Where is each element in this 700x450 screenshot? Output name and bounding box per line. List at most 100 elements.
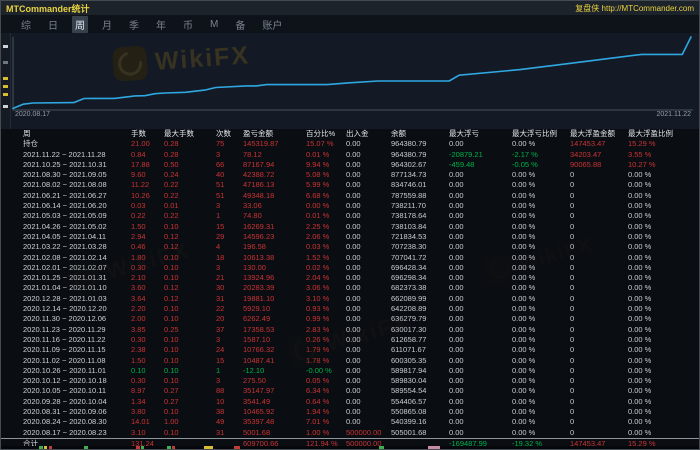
table-row: 2020.08.31 ~ 2020.09.063.800.103810465.9… bbox=[1, 407, 699, 417]
cell: 15 bbox=[216, 222, 243, 232]
side-panel-mark bbox=[3, 61, 8, 64]
cell: 0.10 bbox=[164, 335, 216, 345]
cell: 38 bbox=[216, 407, 243, 417]
cell: 1 bbox=[216, 366, 243, 376]
cell: 0.00 bbox=[449, 304, 512, 314]
cell: 0.50 bbox=[164, 160, 216, 170]
cell: 87167.94 bbox=[243, 160, 306, 170]
menu-item-综[interactable]: 综 bbox=[18, 16, 34, 33]
collapsed-side-panel[interactable] bbox=[1, 33, 11, 129]
cell: 589554.54 bbox=[391, 386, 449, 396]
cell: 1.80 bbox=[131, 253, 164, 263]
cell: 0.99 % bbox=[306, 314, 346, 324]
menu-item-账户[interactable]: 账户 bbox=[259, 16, 285, 33]
menu-item-周[interactable]: 周 bbox=[72, 16, 88, 33]
menu-item-年[interactable]: 年 bbox=[153, 16, 169, 33]
cell: 0.00 % bbox=[512, 376, 570, 386]
menu-item-季[interactable]: 季 bbox=[126, 16, 142, 33]
cell: 0.00 bbox=[449, 325, 512, 335]
cell: 0.30 bbox=[131, 263, 164, 273]
cell: 0.00 % bbox=[628, 222, 699, 232]
table-row: 持仓21.000.2875145319.8715.07 %0.00964380.… bbox=[1, 139, 699, 149]
cell: 0.03 % bbox=[306, 242, 346, 252]
row-label: 2021.01.25 ~ 2021.01.31 bbox=[23, 273, 131, 283]
cell: 2.20 bbox=[131, 304, 164, 314]
cell: 0.00 bbox=[449, 407, 512, 417]
menu-item-月[interactable]: 月 bbox=[99, 16, 115, 33]
cell: 3 bbox=[216, 335, 243, 345]
cell: 10766.32 bbox=[243, 345, 306, 355]
cell: 17.88 bbox=[131, 160, 164, 170]
cell: 3 bbox=[216, 201, 243, 211]
cell: 0.00 % bbox=[628, 273, 699, 283]
cell: 0.93 % bbox=[306, 304, 346, 314]
cell: 10465.92 bbox=[243, 407, 306, 417]
cell: 0.00 % bbox=[512, 222, 570, 232]
cell: 0.12 bbox=[164, 242, 216, 252]
table-row: 2020.08.17 ~ 2020.08.233.100.10315001.68… bbox=[1, 428, 699, 438]
cell: 49 bbox=[216, 417, 243, 427]
cell: 3.55 % bbox=[628, 150, 699, 160]
cell: 2.06 % bbox=[306, 232, 346, 242]
table-body: 持仓21.000.2875145319.8715.07 %0.00964380.… bbox=[1, 139, 699, 450]
cell: 0.00 bbox=[346, 283, 391, 293]
cell: 0.28 bbox=[164, 150, 216, 160]
table-row: 2020.11.16 ~ 2020.11.220.300.1031587.100… bbox=[1, 335, 699, 345]
cell: 0.10 bbox=[164, 253, 216, 263]
cell: 0.10 bbox=[164, 314, 216, 324]
cell: 0.28 bbox=[164, 139, 216, 149]
cell: 40 bbox=[216, 170, 243, 180]
cell: 11.22 bbox=[131, 180, 164, 190]
table-row: 2021.10.25 ~ 2021.10.3117.880.506687167.… bbox=[1, 160, 699, 170]
cell: 0 bbox=[570, 201, 628, 211]
side-panel-mark bbox=[3, 85, 8, 88]
cell: 0.12 bbox=[164, 294, 216, 304]
cell: 0.22 bbox=[131, 211, 164, 221]
clipped-bar-chart-strip bbox=[1, 446, 699, 449]
cell: 0.00 % bbox=[512, 232, 570, 242]
cell: 0.00 % bbox=[512, 139, 570, 149]
cell: 630017.30 bbox=[391, 325, 449, 335]
cell: 0.00 % bbox=[628, 397, 699, 407]
cell: 0.00 % bbox=[628, 314, 699, 324]
cell: 16269.31 bbox=[243, 222, 306, 232]
cell: 0 bbox=[570, 222, 628, 232]
cell: 0.01 % bbox=[306, 211, 346, 221]
cell: 15.29 % bbox=[628, 139, 699, 149]
clipped-bar bbox=[136, 446, 140, 449]
menu-item-日[interactable]: 日 bbox=[45, 16, 61, 33]
side-panel-mark bbox=[3, 77, 8, 80]
table-row: 2021.11.22 ~ 2021.11.280.840.28378.120.0… bbox=[1, 150, 699, 160]
cell: 0 bbox=[570, 211, 628, 221]
menu-item-M[interactable]: M bbox=[207, 18, 221, 31]
brand-link[interactable]: 复盘侠 http://MTCommander.com bbox=[575, 3, 694, 14]
cell: 1.34 bbox=[131, 397, 164, 407]
cell: 1.79 % bbox=[306, 345, 346, 355]
cell: 0.10 bbox=[164, 407, 216, 417]
cell: 21.00 bbox=[131, 139, 164, 149]
cell: 0 bbox=[570, 242, 628, 252]
menu-item-备[interactable]: 备 bbox=[232, 16, 248, 33]
row-label: 2020.10.26 ~ 2020.11.01 bbox=[23, 366, 131, 376]
cell: 3.06 % bbox=[306, 283, 346, 293]
row-label: 2020.10.12 ~ 2020.10.18 bbox=[23, 376, 131, 386]
cell: 505001.68 bbox=[391, 428, 449, 438]
cell: 0 bbox=[570, 386, 628, 396]
table-row: 2021.01.25 ~ 2021.01.312.100.102113924.9… bbox=[1, 273, 699, 283]
table-row: 2021.04.05 ~ 2021.04.112.940.122914596.2… bbox=[1, 232, 699, 242]
cell: 0.84 bbox=[131, 150, 164, 160]
table-row: 2020.10.26 ~ 2020.11.010.100.101-12.10-0… bbox=[1, 366, 699, 376]
table-row: 2020.12.14 ~ 2020.12.202.200.10225929.10… bbox=[1, 304, 699, 314]
cell: 738103.84 bbox=[391, 222, 449, 232]
cell: 0.00 % bbox=[628, 356, 699, 366]
menu-item-币[interactable]: 币 bbox=[180, 16, 196, 33]
cell: 3.10 % bbox=[306, 294, 346, 304]
cell: 0.00 % bbox=[628, 407, 699, 417]
row-label: 2020.10.05 ~ 2020.10.11 bbox=[23, 386, 131, 396]
equity-chart[interactable]: 2020.08.17 2021.11.22 bbox=[1, 33, 699, 129]
row-label: 2021.01.04 ~ 2021.01.10 bbox=[23, 283, 131, 293]
cell: 0 bbox=[570, 314, 628, 324]
cell: 2.25 % bbox=[306, 222, 346, 232]
cell: 0.00 bbox=[449, 253, 512, 263]
clipped-bar bbox=[44, 446, 47, 449]
